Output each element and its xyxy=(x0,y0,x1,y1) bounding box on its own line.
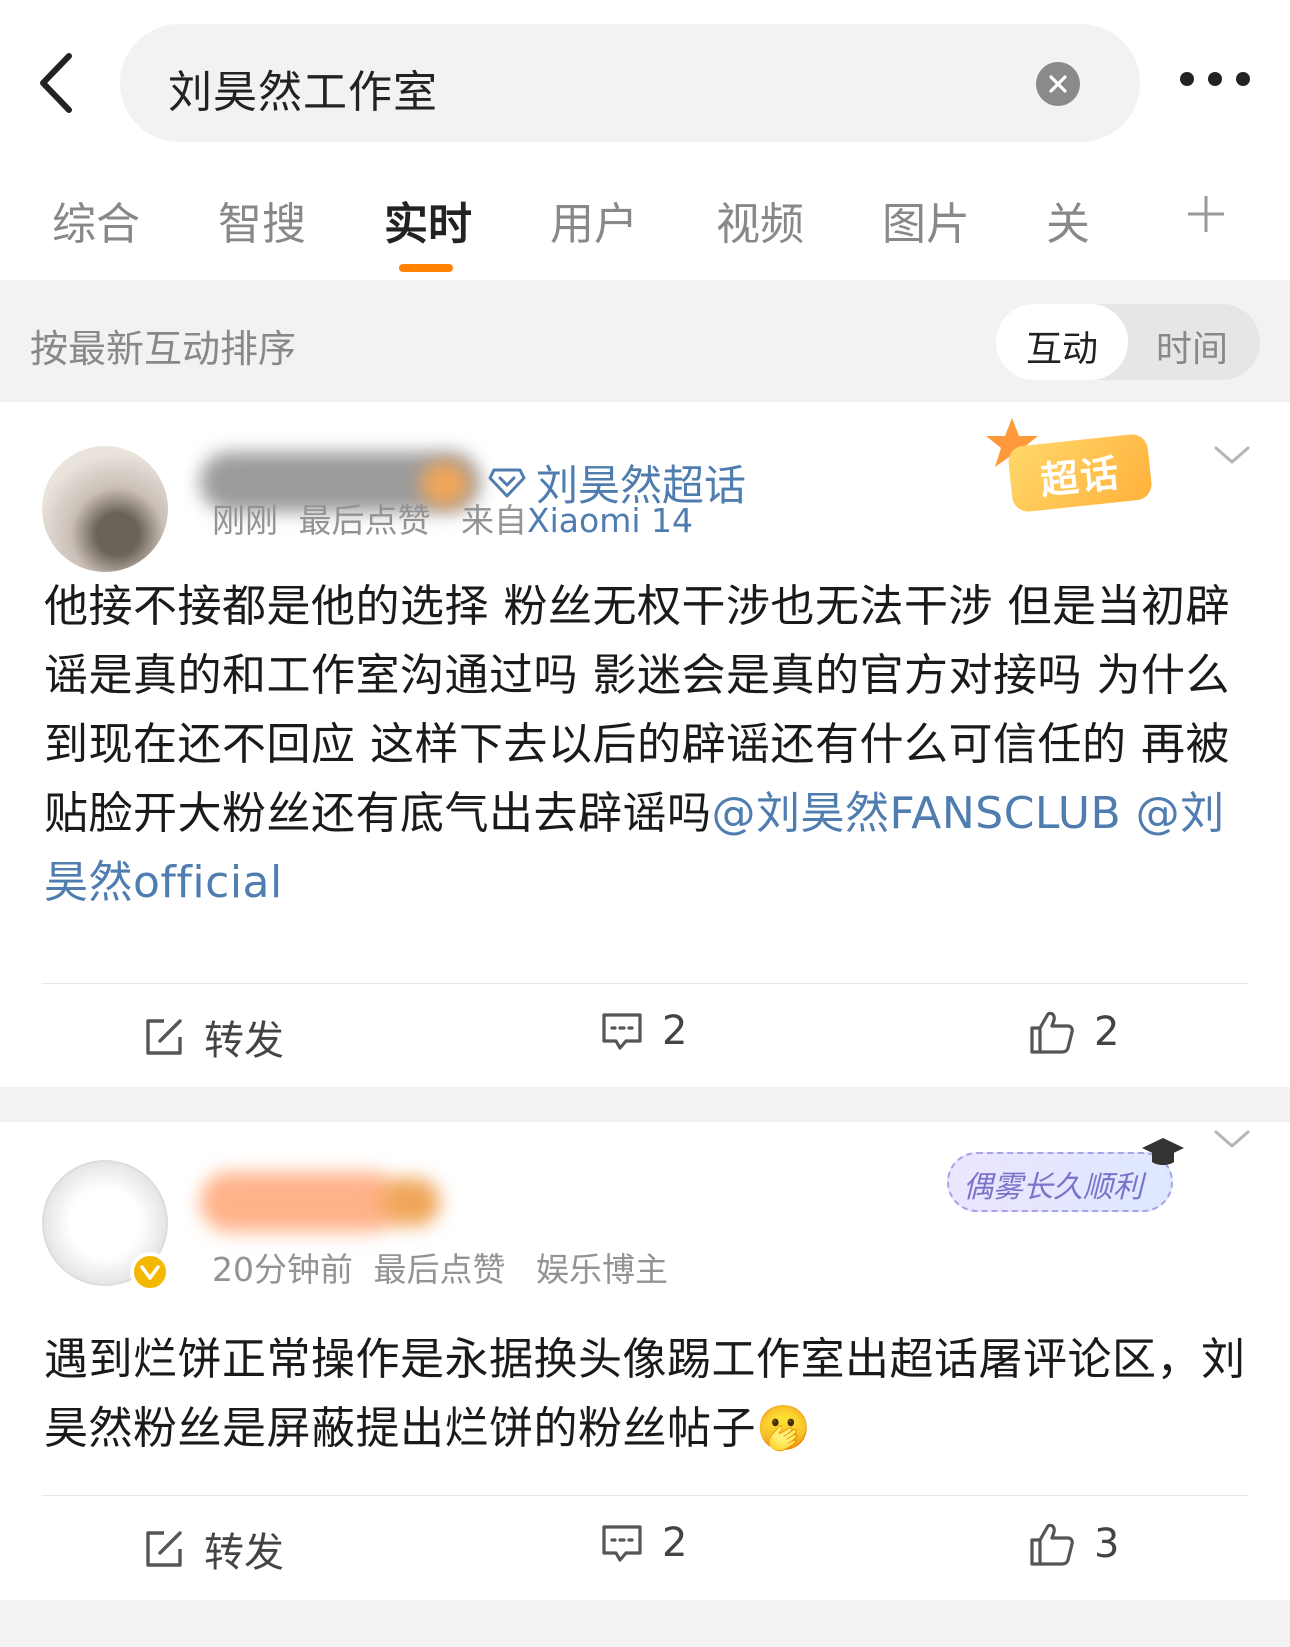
last-like-label: 最后点赞 xyxy=(373,1250,506,1289)
like-count: 2 xyxy=(1094,1009,1120,1055)
post-time: 刚刚 xyxy=(212,501,278,540)
sort-bar: 按最新互动排序 互动 时间 xyxy=(0,280,1290,402)
comment-count: 2 xyxy=(662,1520,688,1566)
like-button[interactable]: 2 xyxy=(1028,1008,1119,1056)
thumbs-up-icon xyxy=(1030,1523,1074,1566)
divider xyxy=(42,1495,1248,1496)
repost-icon xyxy=(146,1019,182,1055)
more-dot-icon xyxy=(1236,72,1250,86)
post-text[interactable]: 遇到烂饼正常操作是永据换头像踢工作室出超话屠评论区，刘昊然粉丝是屏蔽提出烂饼的粉… xyxy=(44,1325,1254,1463)
last-like-label: 最后点赞 xyxy=(298,501,431,540)
comment-icon xyxy=(602,1013,642,1050)
avatar[interactable] xyxy=(42,446,168,572)
tab-users[interactable]: 用户 xyxy=(550,188,638,252)
close-icon xyxy=(1049,75,1067,93)
post-separator xyxy=(0,1087,1290,1122)
graduation-cap-icon xyxy=(1142,1138,1184,1165)
repost-button[interactable]: 转发 xyxy=(142,1520,284,1578)
comment-icon xyxy=(602,1525,642,1562)
tab-fade xyxy=(1080,170,1170,270)
post-body: 遇到烂饼正常操作是永据换头像踢工作室出超话屠评论区，刘昊然粉丝是屏蔽提出烂饼的粉… xyxy=(44,1334,1246,1454)
repost-button[interactable]: 转发 xyxy=(142,1008,284,1066)
diamond-icon xyxy=(488,468,526,497)
clear-search-button[interactable] xyxy=(1036,62,1080,106)
sort-option-interaction[interactable]: 互动 xyxy=(1026,320,1098,372)
post-text[interactable]: 他接不接都是他的选择 粉丝无权干涉也无法干涉 但是当初辟谣是真的和工作室沟通过吗… xyxy=(44,572,1254,917)
comment-button[interactable]: 2 xyxy=(600,1520,687,1566)
supertopic-badge-label: 超话 xyxy=(1038,450,1123,503)
post-meta: 刚刚 最后点赞 来自Xiaomi 14 xyxy=(212,494,693,542)
back-arrow-icon xyxy=(40,53,72,113)
tab-images[interactable]: 图片 xyxy=(882,188,970,252)
sort-toggle[interactable]: 互动 时间 xyxy=(996,304,1260,380)
divider xyxy=(42,983,1248,984)
fan-badge-label: 偶雾长久顺利 xyxy=(963,1170,1143,1205)
sort-label: 按最新互动排序 xyxy=(30,327,297,371)
more-menu-button[interactable] xyxy=(1180,72,1250,86)
verified-badge-icon xyxy=(130,1252,170,1292)
thumbs-up-icon xyxy=(1030,1011,1074,1054)
back-button[interactable] xyxy=(30,48,80,118)
source-prefix: 来自 xyxy=(461,501,527,540)
search-input[interactable]: 刘昊然工作室 xyxy=(168,56,438,120)
repost-label: 转发 xyxy=(204,1530,284,1576)
device-name[interactable]: Xiaomi 14 xyxy=(527,501,693,540)
like-count: 3 xyxy=(1094,1521,1120,1567)
mention-link[interactable]: @刘昊然FANSCLUB xyxy=(712,788,1122,839)
search-tabs: 综合 智搜 实时 用户 视频 图片 关 xyxy=(0,170,1290,280)
like-button[interactable]: 3 xyxy=(1028,1520,1119,1568)
sort-option-time[interactable]: 时间 xyxy=(1156,320,1228,372)
fan-badge: 偶雾长久顺利 xyxy=(935,1138,1185,1228)
more-dot-icon xyxy=(1180,72,1194,86)
tab-smart-search[interactable]: 智搜 xyxy=(218,188,306,252)
tab-videos[interactable]: 视频 xyxy=(716,188,804,252)
more-dot-icon xyxy=(1208,72,1222,86)
username-blurred[interactable] xyxy=(200,1172,400,1232)
level-badge-blurred xyxy=(380,1178,440,1226)
user-role: 娱乐博主 xyxy=(536,1250,668,1289)
top-bar: 刘昊然工作室 xyxy=(0,0,1290,160)
post-time: 20分钟前 xyxy=(212,1250,353,1289)
chevron-down-icon[interactable] xyxy=(1212,440,1252,470)
repost-icon xyxy=(146,1531,182,1567)
supertopic-badge: 超话 xyxy=(986,418,1170,528)
repost-label: 转发 xyxy=(204,1018,284,1064)
post-meta: 20分钟前 最后点赞 娱乐博主 xyxy=(212,1243,668,1291)
comment-count: 2 xyxy=(662,1008,688,1054)
post-separator xyxy=(0,1600,1290,1647)
tab-realtime[interactable]: 实时 xyxy=(384,188,472,252)
emoji: 🫢 xyxy=(756,1403,812,1454)
add-tab-icon[interactable] xyxy=(1186,194,1226,234)
comment-button[interactable]: 2 xyxy=(600,1008,687,1054)
active-tab-indicator xyxy=(399,264,453,272)
search-bar[interactable]: 刘昊然工作室 xyxy=(120,24,1140,142)
chevron-down-icon[interactable] xyxy=(1212,1124,1252,1154)
tab-comprehensive[interactable]: 综合 xyxy=(52,188,140,252)
